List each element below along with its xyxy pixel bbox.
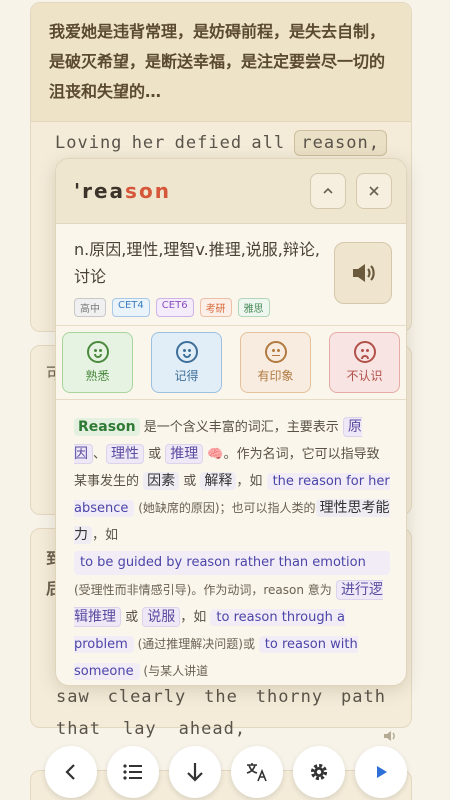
word-popup: 'reason n.原因,理性,理智v.推理,说服,辩论,讨论 高中 CET4 …: [55, 158, 407, 686]
collapse-button[interactable]: [310, 173, 346, 209]
example-phrase: to be guided by reason rather than emoti…: [74, 551, 390, 575]
tag-gaozhong: 高中: [74, 298, 106, 317]
definition-text: n.原因,理性,理智v.推理,说服,辩论,讨论: [74, 240, 320, 286]
word-phonetic: 'reason: [74, 179, 171, 203]
close-icon: [369, 186, 379, 196]
sad-face-icon: [353, 341, 376, 363]
play-icon: [377, 766, 387, 778]
english-word[interactable]: her: [132, 133, 166, 153]
list-icon: [123, 764, 142, 780]
chevron-up-icon: [323, 187, 333, 194]
english-word[interactable]: thorny: [256, 687, 323, 707]
settings-icon: [310, 763, 328, 781]
download-button[interactable]: [169, 746, 221, 798]
keyword: Reason: [74, 418, 140, 436]
settings-button[interactable]: [293, 746, 345, 798]
tag-kaoyan: 考研: [199, 298, 232, 317]
rating-familiar-button[interactable]: 熟悉: [62, 332, 133, 393]
selected-word[interactable]: reason,: [294, 130, 387, 156]
english-word[interactable]: the: [204, 687, 238, 707]
back-icon: [65, 764, 75, 780]
english-word[interactable]: all: [251, 133, 285, 153]
popup-header: 'reason: [56, 159, 406, 224]
level-tags: 高中 CET4 CET6 考研 雅思: [74, 298, 326, 317]
pronounce-button[interactable]: [334, 242, 392, 304]
back-button[interactable]: [45, 746, 97, 798]
translate-icon: [246, 763, 267, 782]
rating-remember-button[interactable]: 记得: [151, 332, 222, 393]
list-button[interactable]: [107, 746, 159, 798]
english-word[interactable]: saw: [56, 687, 90, 707]
rating-unknown-button[interactable]: 不认识: [329, 332, 400, 393]
english-word[interactable]: path: [341, 687, 386, 707]
speaker-icon: [353, 264, 375, 282]
familiarity-ratings: 熟悉 记得 有印象 不认识: [56, 326, 406, 400]
neutral-face-icon: [264, 341, 287, 363]
play-button[interactable]: [355, 746, 407, 798]
close-button[interactable]: [356, 173, 392, 209]
english-word[interactable]: lay: [123, 719, 157, 739]
tag-cet6: CET6: [155, 298, 194, 317]
rating-vague-button[interactable]: 有印象: [240, 332, 311, 393]
english-word[interactable]: clearly: [108, 687, 187, 707]
definition-section: n.原因,理性,理智v.推理,说服,辩论,讨论 高中 CET4 CET6 考研 …: [56, 224, 406, 326]
translate-button[interactable]: [231, 746, 283, 798]
english-word[interactable]: defied: [175, 133, 242, 153]
tag-yasi: 雅思: [237, 298, 270, 317]
english-word[interactable]: ahead,: [179, 719, 246, 739]
download-icon: [187, 763, 203, 782]
chinese-quote: 我爱她是违背常理，是妨碍前程，是失去自制，是破灭希望，是断送幸福，是注定要尝尽一…: [31, 3, 411, 122]
tag-cet4: CET4: [112, 298, 150, 317]
bottom-toolbar: [45, 746, 407, 800]
speaker-icon[interactable]: [382, 728, 398, 748]
english-paragraph: saw clearly the thorny path that lay ahe…: [30, 681, 412, 745]
smile-icon: [175, 341, 198, 363]
english-word[interactable]: Loving: [55, 133, 122, 153]
smile-icon: [86, 341, 109, 363]
ai-explanation: Reason 是一个含义丰富的词汇，主要表示 原因、理性 或 推理 🧠。作为名词…: [74, 417, 390, 680]
english-word[interactable]: that: [56, 719, 101, 739]
